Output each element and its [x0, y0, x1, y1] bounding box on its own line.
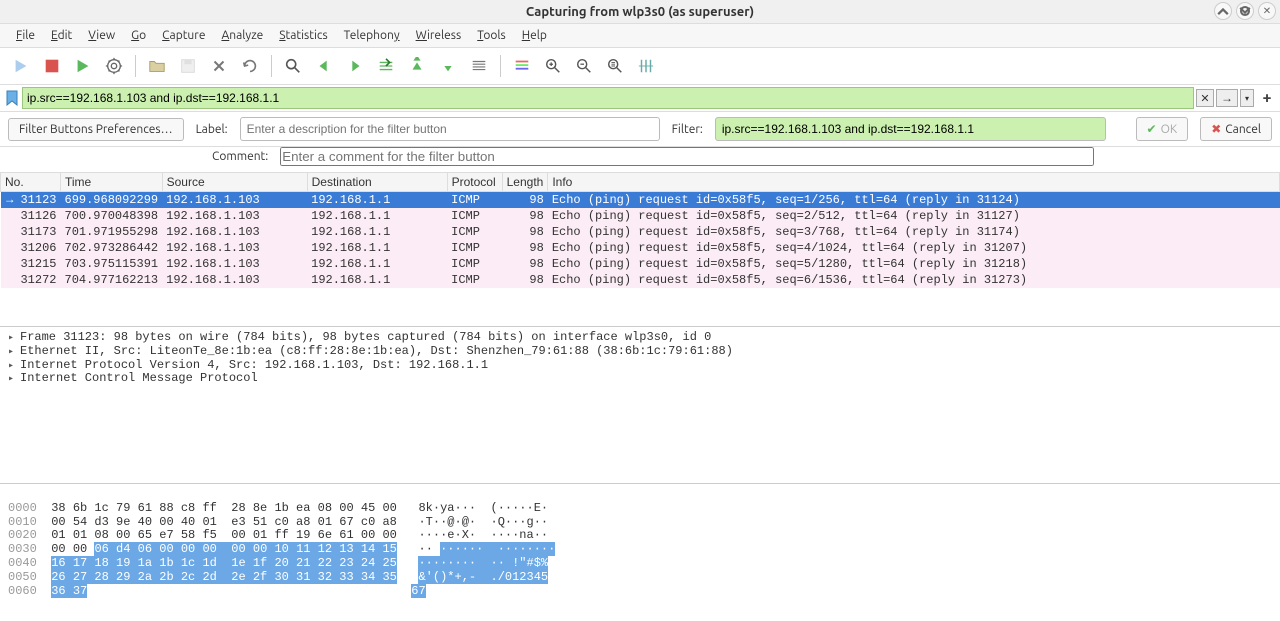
col-protocol[interactable]: Protocol [447, 173, 502, 192]
filter-buttons-preferences-button[interactable]: Filter Buttons Preferences… [8, 118, 184, 141]
reload-button[interactable] [237, 53, 263, 79]
separator-icon [135, 55, 136, 77]
zoom-out-button[interactable] [571, 53, 597, 79]
highlighted-bytes: 16 17 18 19 1a 1b 1c 1d 1e 1f 20 21 22 2… [51, 556, 397, 570]
packet-list-header[interactable]: No. Time Source Destination Protocol Len… [1, 173, 1280, 192]
stop-capture-button[interactable] [39, 53, 65, 79]
highlighted-bytes: 26 27 28 29 2a 2b 2c 2d 2e 2f 30 31 32 3… [51, 570, 397, 584]
comment-field-label: Comment: [212, 150, 268, 163]
separator-icon [500, 55, 501, 77]
display-filter-input[interactable] [22, 87, 1194, 109]
menu-edit[interactable]: Edit [43, 26, 80, 45]
highlighted-bytes: 36 37 [51, 584, 87, 598]
find-packet-button[interactable] [280, 53, 306, 79]
window-title: Capturing from wlp3s0 (as superuser) [526, 5, 754, 19]
filter-clear-button[interactable]: ✕ [1196, 89, 1214, 107]
packet-bytes-pane[interactable]: 0000 38 6b 1c 79 61 88 c8 ff 28 8e 1b ea… [0, 484, 1280, 609]
separator-icon [271, 55, 272, 77]
col-info[interactable]: Info [548, 173, 1280, 192]
ok-button[interactable]: ✔OK [1136, 117, 1189, 141]
expand-arrow-icon[interactable]: ▸ [8, 333, 20, 345]
capture-options-button[interactable] [101, 53, 127, 79]
minimize-button[interactable] [1214, 2, 1232, 20]
col-time[interactable]: Time [61, 173, 163, 192]
menubar: File Edit View Go Capture Analyze Statis… [0, 24, 1280, 48]
packet-row[interactable]: 31215703.975115391192.168.1.103192.168.1… [1, 256, 1280, 272]
menu-capture[interactable]: Capture [154, 26, 213, 45]
menu-help[interactable]: Help [514, 26, 555, 45]
close-icon: ✖ [1211, 122, 1221, 136]
packet-row[interactable]: 31206702.973286442192.168.1.103192.168.1… [1, 240, 1280, 256]
menu-file[interactable]: File [8, 26, 43, 45]
packet-list-pane[interactable]: No. Time Source Destination Protocol Len… [0, 172, 1280, 327]
col-no[interactable]: No. [1, 173, 61, 192]
tree-row-frame[interactable]: ▸Frame 31123: 98 bytes on wire (784 bits… [8, 331, 1272, 345]
col-destination[interactable]: Destination [307, 173, 447, 192]
highlighted-bytes: 06 d4 06 00 00 00 00 00 10 11 12 13 14 1… [94, 542, 396, 556]
check-icon: ✔ [1147, 122, 1157, 136]
open-file-button[interactable] [144, 53, 170, 79]
colorize-button[interactable] [509, 53, 535, 79]
filter-comment-row: Comment: [0, 147, 1280, 172]
filter-expression-display[interactable] [715, 117, 1106, 141]
filter-add-button[interactable]: + [1258, 89, 1276, 107]
menu-view[interactable]: View [80, 26, 123, 45]
go-to-packet-button[interactable] [373, 53, 399, 79]
menu-tools[interactable]: Tools [469, 26, 514, 45]
packet-row[interactable]: 31173701.971955298192.168.1.103192.168.1… [1, 224, 1280, 240]
packet-row[interactable]: 31126700.970048398192.168.1.103192.168.1… [1, 208, 1280, 224]
bookmark-icon[interactable] [4, 90, 20, 106]
filter-comment-input[interactable] [280, 147, 1094, 166]
expand-arrow-icon[interactable]: ▸ [8, 361, 20, 373]
filter-field-label: Filter: [672, 123, 703, 136]
label-field-label: Label: [196, 123, 228, 136]
close-button[interactable]: ✕ [1258, 2, 1276, 20]
menu-statistics[interactable]: Statistics [271, 26, 335, 45]
go-back-button[interactable] [311, 53, 337, 79]
expand-arrow-icon[interactable]: ▸ [8, 347, 20, 359]
close-file-button[interactable] [206, 53, 232, 79]
col-length[interactable]: Length [502, 173, 548, 192]
tree-row-icmp[interactable]: ▸Internet Control Message Protocol [8, 372, 1272, 386]
filter-apply-button[interactable]: → [1216, 89, 1238, 107]
menu-go[interactable]: Go [123, 26, 154, 45]
filter-label-input[interactable] [240, 117, 660, 141]
col-source[interactable]: Source [162, 173, 307, 192]
resize-columns-button[interactable] [633, 53, 659, 79]
cancel-button[interactable]: ✖Cancel [1200, 117, 1272, 141]
filter-history-dropdown[interactable]: ▾ [1240, 89, 1254, 107]
go-forward-button[interactable] [342, 53, 368, 79]
expand-arrow-icon[interactable]: ▸ [8, 374, 20, 386]
auto-scroll-button[interactable] [466, 53, 492, 79]
tree-row-ethernet[interactable]: ▸Ethernet II, Src: LiteonTe_8e:1b:ea (c8… [8, 345, 1272, 359]
go-last-packet-button[interactable] [435, 53, 461, 79]
toolbar [0, 48, 1280, 85]
menu-analyze[interactable]: Analyze [213, 26, 271, 45]
restart-capture-button[interactable] [70, 53, 96, 79]
menu-telephony[interactable]: Telephony [336, 26, 408, 45]
save-file-button[interactable] [175, 53, 201, 79]
packet-row[interactable]: 31272704.977162213192.168.1.103192.168.1… [1, 272, 1280, 288]
tree-row-ip[interactable]: ▸Internet Protocol Version 4, Src: 192.1… [8, 359, 1272, 373]
start-capture-button[interactable] [8, 53, 34, 79]
menu-wireless[interactable]: Wireless [408, 26, 470, 45]
packet-row[interactable]: → 31123699.968092299192.168.1.103192.168… [1, 192, 1280, 209]
packet-details-pane[interactable]: ▸Frame 31123: 98 bytes on wire (784 bits… [0, 327, 1280, 484]
zoom-in-button[interactable] [540, 53, 566, 79]
display-filter-bar: ✕ → ▾ + [0, 85, 1280, 112]
go-first-packet-button[interactable] [404, 53, 430, 79]
zoom-reset-button[interactable] [602, 53, 628, 79]
titlebar: Capturing from wlp3s0 (as superuser) ✕ [0, 0, 1280, 24]
filter-buttons-panel: Filter Buttons Preferences… Label: Filte… [0, 112, 1280, 147]
maximize-button[interactable] [1236, 2, 1254, 20]
